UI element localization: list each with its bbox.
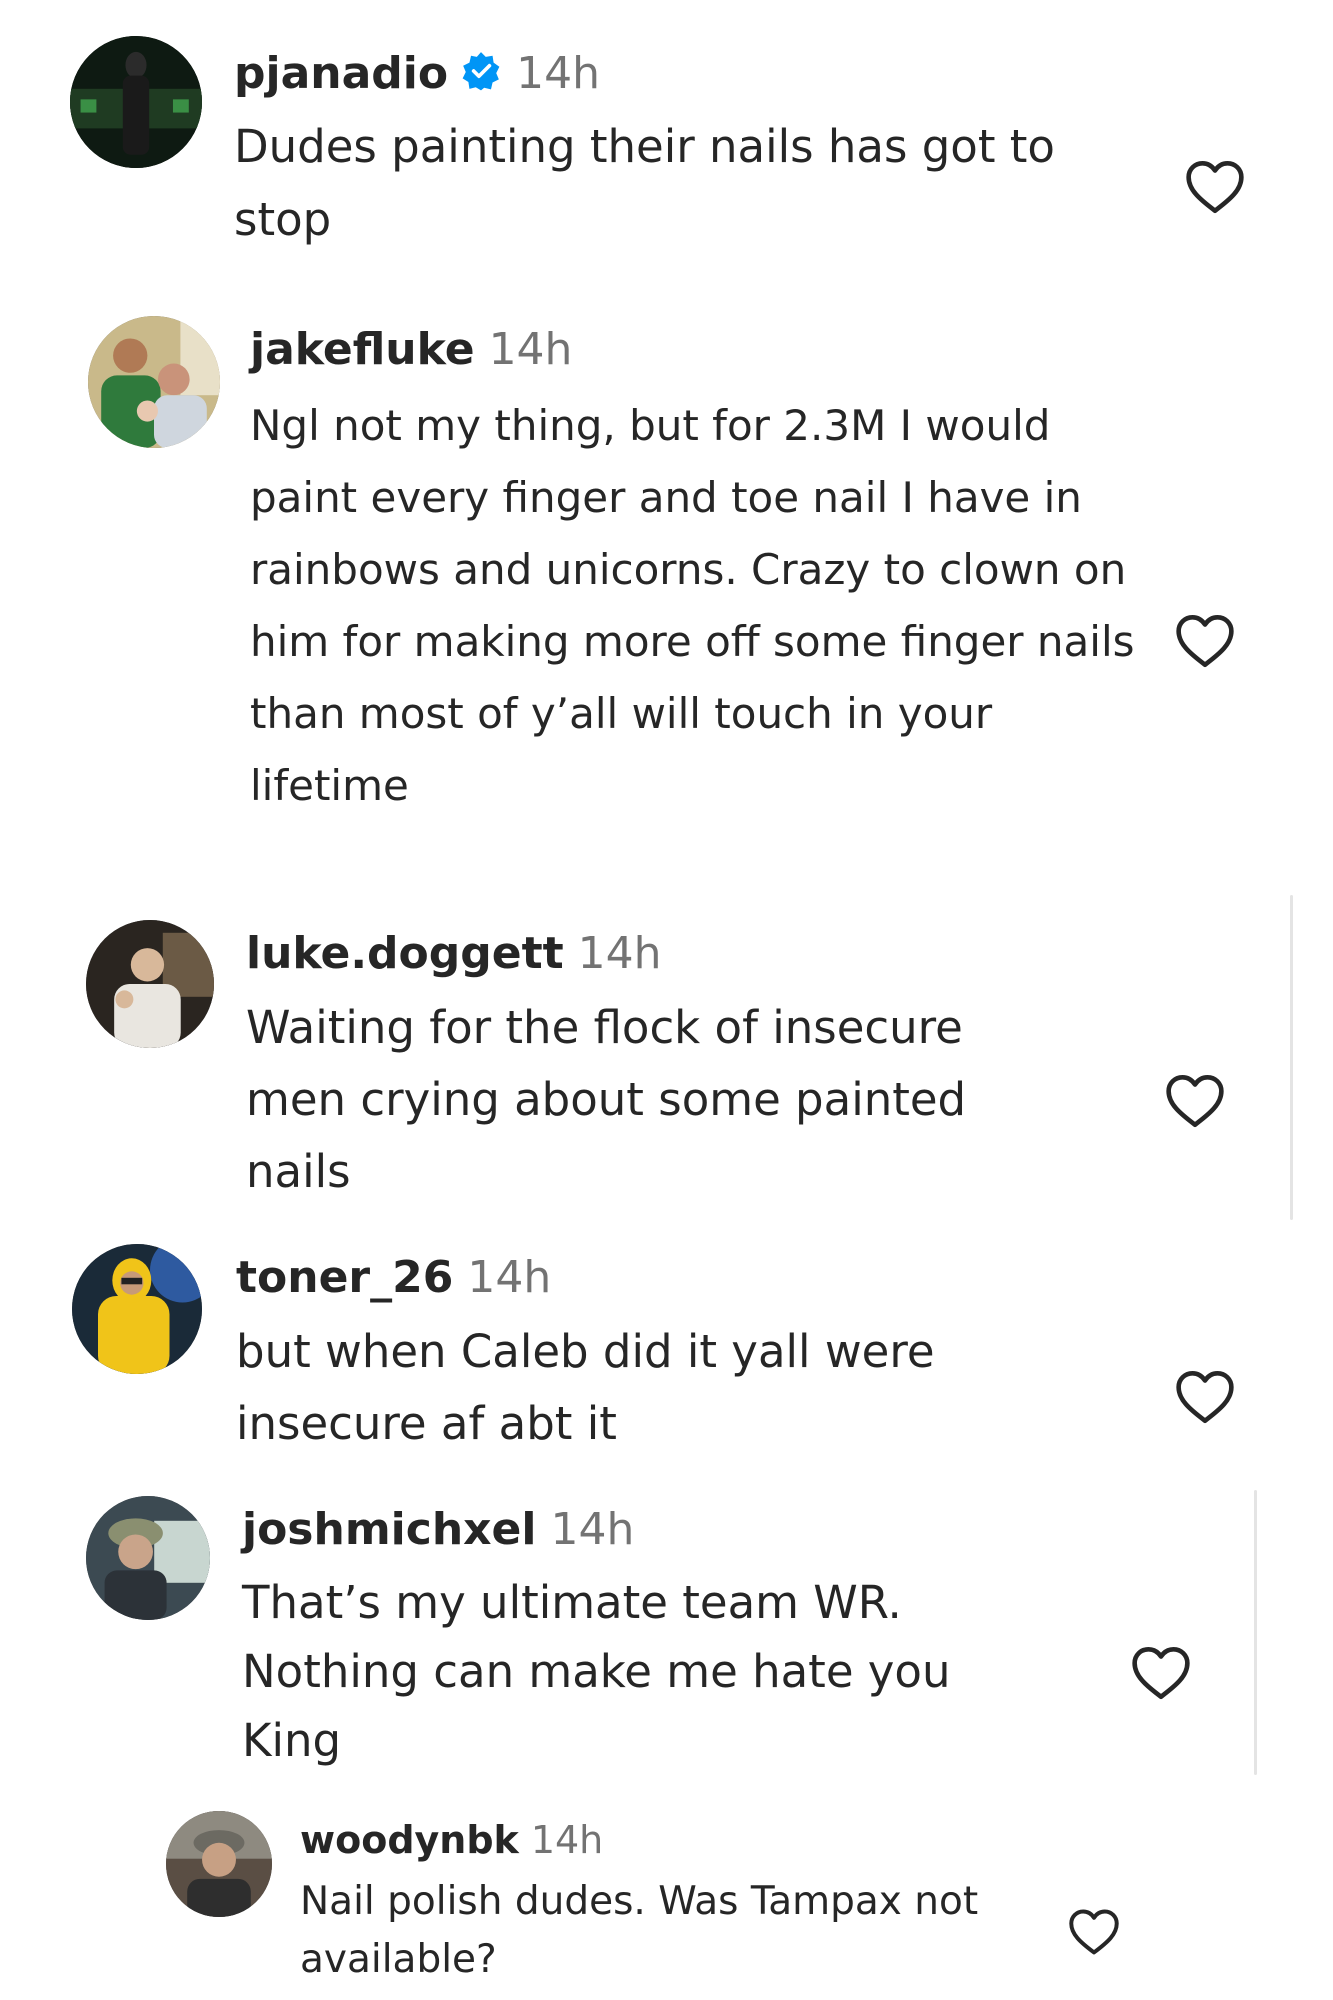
comment-item: jakefluke 14h Ngl not my thing, but for 2… — [0, 300, 1333, 900]
heart-outline-icon — [1132, 1646, 1190, 1700]
heart-outline-icon — [1186, 160, 1244, 214]
like-button[interactable] — [1163, 1072, 1227, 1130]
comment-text: Ngl not my thing, but for 2.3M I would p… — [250, 401, 1135, 810]
comment-username[interactable]: pjanadio — [234, 48, 448, 99]
comment-username[interactable]: luke.doggett — [246, 928, 564, 979]
avatar[interactable] — [86, 1496, 210, 1620]
profile-photo — [88, 316, 220, 448]
comment-timestamp: 14h — [530, 1818, 604, 1862]
comment-text: but when Caleb did it yall were insecure… — [236, 1325, 935, 1450]
like-button[interactable] — [1066, 1907, 1122, 1957]
heart-outline-icon — [1166, 1074, 1224, 1128]
comment-item: joshmichxel 14h That’s my ultimate team W… — [0, 1480, 1333, 1780]
avatar[interactable] — [70, 36, 202, 168]
heart-outline-icon — [1069, 1909, 1119, 1955]
like-button[interactable] — [1183, 158, 1247, 216]
comment-item: luke.doggett 14h Waiting for the flock of… — [0, 900, 1333, 1230]
comment-timestamp: 14h — [467, 1252, 552, 1303]
comment-timestamp: 14h — [550, 1504, 635, 1555]
avatar[interactable] — [72, 1244, 202, 1374]
comment-timestamp: 14h — [488, 324, 573, 375]
comment-item: toner_26 14h but when Caleb did it yall w… — [0, 1230, 1333, 1480]
comment-text: Nail polish dudes. Was Tampax not availa… — [300, 1879, 979, 1982]
comment-username[interactable]: joshmichxel — [242, 1504, 536, 1555]
profile-photo — [70, 36, 202, 168]
comment-text: Waiting for the flock of insecure men cr… — [246, 1001, 967, 1198]
comment-timestamp: 14h — [516, 48, 600, 99]
like-button[interactable] — [1173, 1368, 1237, 1426]
comment-text: Dudes painting their nails has got to st… — [234, 120, 1055, 246]
avatar[interactable] — [86, 920, 214, 1048]
heart-outline-icon — [1176, 1370, 1234, 1424]
like-button[interactable] — [1129, 1644, 1193, 1702]
comment-username[interactable]: jakefluke — [250, 324, 475, 375]
comment-item: pjanadio 14h Dudes painting their nails h… — [0, 0, 1333, 260]
like-button[interactable] — [1173, 612, 1237, 670]
profile-photo — [86, 1496, 210, 1620]
comment-reply: woodynbk 14h Nail polish dudes. Was Tampa… — [0, 1795, 1333, 2000]
profile-photo — [166, 1811, 272, 1917]
verified-badge-icon — [460, 50, 502, 100]
profile-photo — [86, 920, 214, 1048]
comment-timestamp: 14h — [577, 928, 662, 979]
avatar[interactable] — [88, 316, 220, 448]
heart-outline-icon — [1176, 614, 1234, 668]
comment-text: That’s my ultimate team WR. Nothing can … — [242, 1576, 951, 1767]
comment-username[interactable]: toner_26 — [236, 1252, 453, 1303]
comment-username[interactable]: woodynbk — [300, 1818, 519, 1862]
avatar[interactable] — [166, 1811, 272, 1917]
profile-photo — [72, 1244, 202, 1374]
